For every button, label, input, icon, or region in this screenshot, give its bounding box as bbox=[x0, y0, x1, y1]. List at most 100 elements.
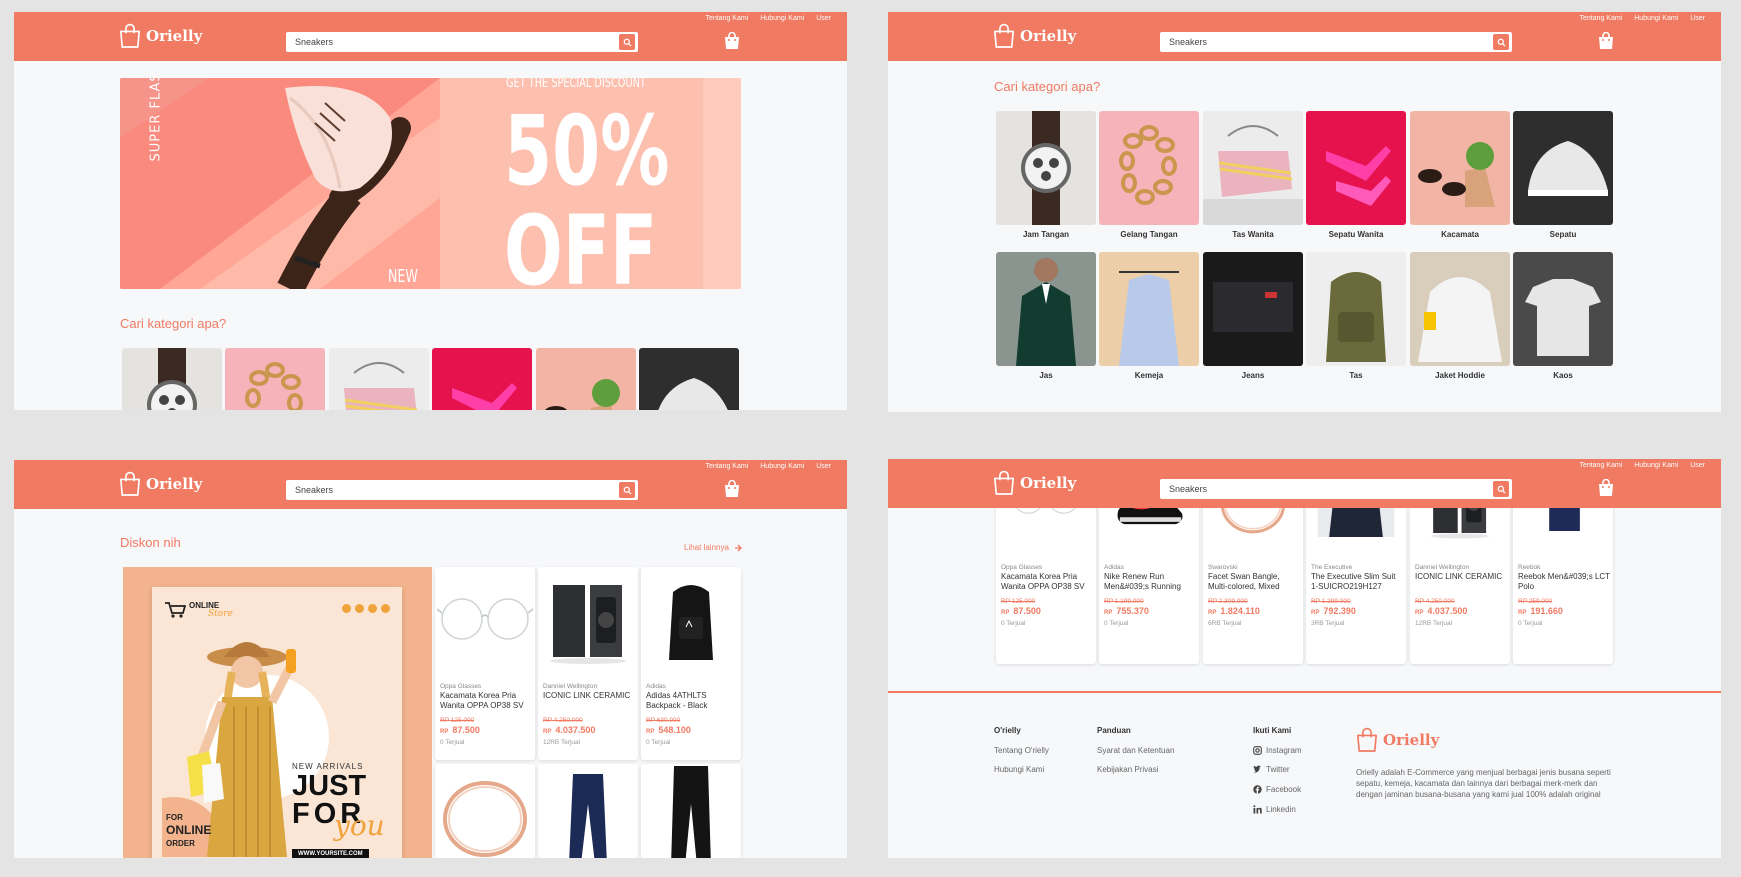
hero-banner[interactable]: SUPER FLASH GET THE SPECIAL DISCOUNT 50%… bbox=[120, 78, 741, 289]
footer-link-about[interactable]: Tentang O'rielly bbox=[994, 746, 1049, 755]
product-price: RP 1.824.110 bbox=[1208, 606, 1300, 619]
logo[interactable]: Orielly bbox=[119, 23, 202, 49]
product-sold: 3RB Terjual bbox=[1311, 620, 1345, 627]
category-tile-jam-tangan[interactable] bbox=[996, 111, 1096, 225]
footer-link-contact[interactable]: Hubungi Kami bbox=[994, 765, 1044, 774]
social-icons bbox=[342, 604, 390, 613]
cart-icon[interactable] bbox=[1598, 479, 1614, 497]
category-tile-jas[interactable] bbox=[996, 252, 1096, 366]
product-card[interactable] bbox=[435, 764, 535, 858]
footer-link-linkedin[interactable]: Linkedin bbox=[1253, 805, 1296, 814]
link-about[interactable]: Tentang Kami bbox=[705, 15, 748, 22]
logo[interactable]: Orielly bbox=[993, 470, 1076, 496]
category-tile-kaos[interactable] bbox=[1513, 252, 1613, 366]
search-input[interactable] bbox=[286, 480, 616, 500]
promo-url: WWW.YOURSITE.COM bbox=[292, 849, 369, 858]
product-price: RP 191.660 bbox=[1518, 606, 1610, 619]
search-button[interactable] bbox=[1493, 34, 1509, 50]
footer-divider bbox=[888, 691, 1721, 693]
category-tile-sepatu-wanita[interactable] bbox=[1306, 111, 1406, 225]
category-tile-gelang-tangan[interactable] bbox=[225, 348, 325, 410]
category-tile-kemeja[interactable] bbox=[1099, 252, 1199, 366]
product-name: Adidas 4ATHLTS Backpack - Black bbox=[646, 691, 708, 710]
footer-link-instagram[interactable]: Instagram bbox=[1253, 746, 1302, 755]
screen-footer: Oppa Glasses Kacamata Korea Pria Wanita … bbox=[888, 459, 1721, 858]
product-price: RP 87.500 bbox=[1001, 606, 1093, 619]
product-name: Nike Renew Run Men&#039;s Running bbox=[1104, 572, 1181, 591]
product-card[interactable]: Oppa Glasses Kacamata Korea Pria Wanita … bbox=[996, 482, 1096, 664]
product-info: Oppa Glasses Kacamata Korea Pria Wanita … bbox=[1001, 564, 1093, 628]
search-button[interactable] bbox=[619, 482, 635, 498]
search-button[interactable] bbox=[619, 34, 635, 50]
link-about[interactable]: Tentang Kami bbox=[1579, 15, 1622, 22]
category-label: Gelang Tangan bbox=[1120, 230, 1178, 239]
search-icon bbox=[1497, 38, 1506, 47]
cart-icon[interactable] bbox=[1598, 32, 1614, 50]
category-tile-tas-wanita[interactable] bbox=[329, 348, 429, 410]
search-button[interactable] bbox=[1493, 481, 1509, 497]
link-user[interactable]: User bbox=[816, 463, 831, 470]
link-about[interactable]: Tentang Kami bbox=[1579, 462, 1622, 469]
cart-icon[interactable] bbox=[724, 480, 740, 498]
cart-icon[interactable] bbox=[724, 32, 740, 50]
logo-text: Orielly bbox=[146, 475, 203, 493]
product-brand: Danniel Wellington bbox=[543, 683, 598, 690]
category-tile-sepatu[interactable] bbox=[639, 348, 739, 410]
category-tile-jaket-hoddie[interactable] bbox=[1410, 252, 1510, 366]
link-user[interactable]: User bbox=[1690, 15, 1705, 22]
product-card[interactable] bbox=[538, 764, 638, 858]
link-about[interactable]: Tentang Kami bbox=[705, 463, 748, 470]
link-contact[interactable]: Hubungi Kami bbox=[1634, 462, 1678, 469]
search-input[interactable] bbox=[1160, 479, 1490, 499]
product-card[interactable]: Oppa Glasses Kacamata Korea Pria Wanita … bbox=[435, 567, 535, 760]
search-input[interactable] bbox=[1160, 32, 1490, 52]
category-label: Jas bbox=[1039, 371, 1053, 380]
product-card[interactable]: Danniel Wellington ICONIC LINK CERAMIC R… bbox=[1410, 482, 1510, 664]
product-sold: 0 Terjual bbox=[646, 739, 671, 746]
category-tile-sepatu-wanita[interactable] bbox=[432, 348, 532, 410]
see-all-link[interactable]: Lihat lainnya bbox=[684, 543, 742, 552]
footer-logo[interactable]: Orielly bbox=[1356, 727, 1439, 753]
category-tile-tas-wanita[interactable] bbox=[1203, 111, 1303, 225]
product-card[interactable]: Danniel Wellington ICONIC LINK CERAMIC R… bbox=[538, 567, 638, 760]
category-tile-kacamata[interactable] bbox=[1410, 111, 1510, 225]
product-card[interactable]: Adidas Adidas 4ATHLTS Backpack - Black R… bbox=[641, 567, 741, 760]
category-tile-kacamata[interactable] bbox=[536, 348, 636, 410]
search-input[interactable] bbox=[286, 32, 616, 52]
product-card[interactable]: The Executive The Executive Slim Suit 1-… bbox=[1306, 482, 1406, 664]
product-info: Reebok Reebok Men&#039;s LCT Polo RP 259… bbox=[1518, 564, 1610, 628]
product-card[interactable] bbox=[641, 764, 741, 858]
price-value: 4.037.500 bbox=[1427, 606, 1468, 616]
footer-link-twitter[interactable]: Twitter bbox=[1253, 765, 1290, 774]
product-card[interactable]: Adidas Nike Renew Run Men&#039;s Running… bbox=[1099, 482, 1199, 664]
product-card[interactable]: Reebok Reebok Men&#039;s LCT Polo RP 259… bbox=[1513, 482, 1613, 664]
link-contact[interactable]: Hubungi Kami bbox=[760, 15, 804, 22]
category-tile-jeans[interactable] bbox=[1203, 252, 1303, 366]
footer-link-terms[interactable]: Syarat dan Ketentuan bbox=[1097, 746, 1174, 755]
promo-you: you bbox=[334, 809, 385, 842]
promo-poster[interactable]: ONLINE Store NEW ARRIVALS JUST FOR you F… bbox=[123, 567, 432, 858]
search-bar bbox=[1160, 479, 1512, 499]
twitter-icon bbox=[368, 604, 377, 613]
footer-link-facebook[interactable]: Facebook bbox=[1253, 785, 1301, 794]
price-value: 755.370 bbox=[1116, 606, 1149, 616]
category-tile-jam-tangan[interactable] bbox=[122, 348, 222, 410]
link-user[interactable]: User bbox=[816, 15, 831, 22]
footer-link-privacy[interactable]: Kebijakan Privasi bbox=[1097, 765, 1158, 774]
currency: RP bbox=[1311, 610, 1320, 616]
currency: RP bbox=[1518, 610, 1527, 616]
product-card[interactable]: Swarovski Facet Swan Bangle, Multi-color… bbox=[1203, 482, 1303, 664]
logo[interactable]: Orielly bbox=[119, 471, 202, 497]
header: Tentang Kami Hubungi Kami User Orielly bbox=[14, 460, 847, 509]
hero-off: OFF bbox=[504, 195, 658, 289]
link-contact[interactable]: Hubungi Kami bbox=[1634, 15, 1678, 22]
category-tile-gelang-tangan[interactable] bbox=[1099, 111, 1199, 225]
category-tile-tas[interactable] bbox=[1306, 252, 1406, 366]
currency: RP bbox=[543, 729, 552, 735]
logo[interactable]: Orielly bbox=[993, 23, 1076, 49]
product-sold: 0 Terjual bbox=[1518, 620, 1543, 627]
link-user[interactable]: User bbox=[1690, 462, 1705, 469]
category-tile-sepatu[interactable] bbox=[1513, 111, 1613, 225]
logo-text: Orielly bbox=[146, 27, 203, 45]
link-contact[interactable]: Hubungi Kami bbox=[760, 463, 804, 470]
